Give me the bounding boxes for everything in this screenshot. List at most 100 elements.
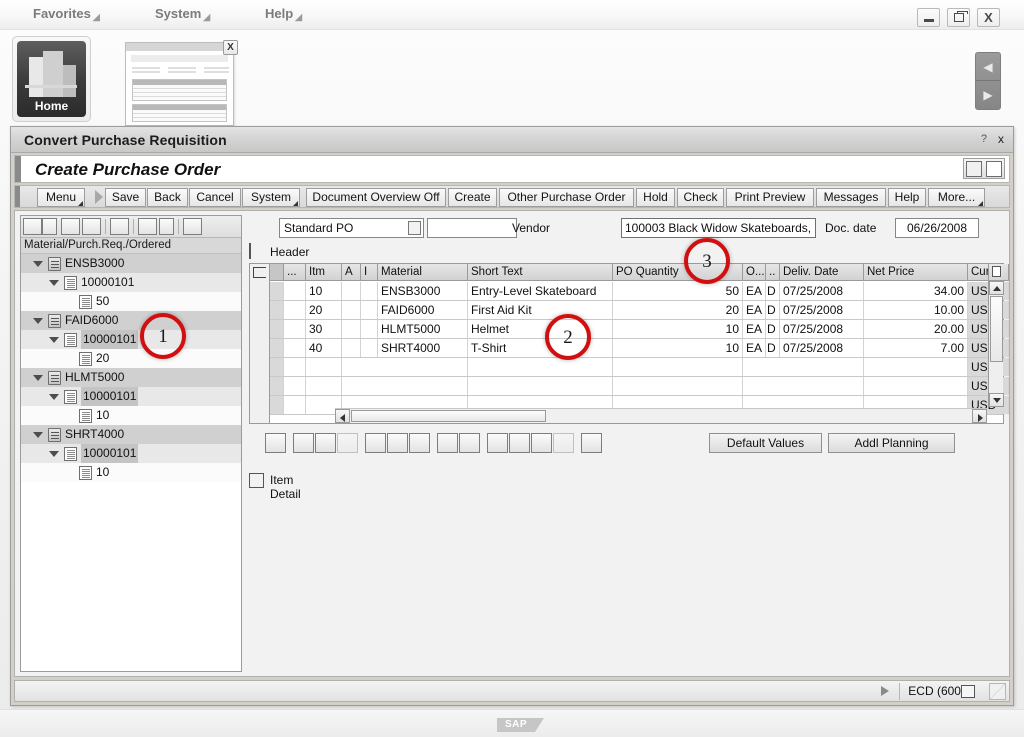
cell-i[interactable] — [361, 339, 378, 357]
cell-itm[interactable]: 30 — [306, 320, 342, 338]
cell-short-text[interactable] — [468, 377, 613, 395]
resize-grip-icon[interactable] — [989, 683, 1006, 700]
tree-node-requisition[interactable]: 10000101 — [21, 387, 241, 406]
tree-node-requisition[interactable]: 10000101 — [21, 444, 241, 463]
row-sel-cell[interactable] — [284, 358, 306, 376]
column-header-sel[interactable]: ... — [284, 264, 306, 281]
table-row[interactable]: USD — [270, 377, 1009, 396]
menu-help[interactable]: Help ◢ — [265, 6, 302, 22]
export-icon[interactable] — [553, 433, 574, 453]
expanded-arrow-icon[interactable] — [33, 432, 43, 438]
row-sel-cell[interactable] — [284, 396, 306, 414]
server-icon[interactable] — [961, 685, 975, 698]
row-sel-cell[interactable] — [284, 301, 306, 319]
cell-a[interactable] — [342, 320, 361, 338]
cell-net-price[interactable]: 10.00 — [864, 301, 968, 319]
cell-category[interactable]: D — [766, 320, 780, 338]
cell-deliv-date[interactable]: 07/25/2008 — [780, 301, 864, 319]
expanded-arrow-icon[interactable] — [49, 337, 59, 343]
column-header-material[interactable]: Material — [378, 264, 468, 281]
table-row[interactable]: 20 FAID6000 First Aid Kit 20 EA D 07/25/… — [270, 301, 1009, 320]
document-overview-off-button[interactable]: Document Overview Off — [306, 188, 446, 207]
column-header-deliv-date[interactable]: Deliv. Date — [780, 264, 864, 281]
default-values-button[interactable]: Default Values — [709, 433, 822, 453]
tree-node-material[interactable]: FAID6000 — [21, 311, 241, 330]
cell-a[interactable] — [342, 301, 361, 319]
cell-net-price[interactable] — [864, 377, 968, 395]
doc-date-input[interactable]: 06/26/2008 — [895, 218, 979, 238]
cancel-button[interactable]: Cancel — [189, 188, 241, 207]
table-row[interactable]: 10 ENSB3000 Entry-Level Skateboard 50 EA… — [270, 282, 1009, 301]
sort-filter-icon[interactable] — [509, 433, 530, 453]
order-type-select[interactable]: Standard PO — [279, 218, 424, 238]
row-lead-cell[interactable] — [270, 320, 284, 338]
system-button[interactable]: System — [242, 188, 300, 207]
table-row[interactable]: 30 HLMT5000 Helmet 10 EA D 07/25/2008 20… — [270, 320, 1009, 339]
detail-icon[interactable] — [42, 218, 57, 235]
row-lead-cell[interactable] — [270, 282, 284, 300]
item-overview-grid[interactable]: ... Itm A I Material Short Text PO Quant… — [249, 263, 1009, 424]
cell-itm[interactable]: 20 — [306, 301, 342, 319]
column-header-net-price[interactable]: Net Price — [864, 264, 968, 281]
grid-pin-icon[interactable] — [253, 267, 266, 278]
tree-node-material[interactable]: ENSB3000 — [21, 254, 241, 273]
paste-icon[interactable] — [581, 433, 602, 453]
grid-horizontal-scrollbar[interactable] — [335, 408, 987, 423]
tree-node-item[interactable]: 50 — [21, 292, 241, 311]
cell-po-quantity[interactable] — [613, 358, 743, 376]
column-header-i[interactable]: I — [361, 264, 378, 281]
menu-favorites[interactable]: Favorites ◢ — [33, 6, 100, 22]
play-arrow-icon[interactable] — [881, 686, 889, 696]
cell-deliv-date[interactable]: 07/25/2008 — [780, 282, 864, 300]
column-header-lead[interactable] — [270, 264, 284, 281]
scrollbar-thumb[interactable] — [351, 410, 546, 422]
scroll-right-button[interactable] — [972, 409, 987, 423]
column-header-itm[interactable]: Itm — [306, 264, 342, 281]
scroll-down-button[interactable] — [989, 393, 1004, 407]
tree-node-item[interactable]: 10 — [21, 463, 241, 482]
table-settings-icon[interactable] — [459, 433, 480, 453]
cell-itm[interactable]: 10 — [306, 282, 342, 300]
hold-button[interactable]: Hold — [636, 188, 675, 207]
row-lead-cell[interactable] — [270, 377, 284, 395]
refresh-icon[interactable] — [82, 218, 101, 235]
cell-uom[interactable]: EA — [743, 282, 766, 300]
find-icon[interactable] — [110, 218, 129, 235]
cell-net-price[interactable] — [864, 358, 968, 376]
customize-local-layout-icon[interactable] — [966, 161, 982, 177]
messages-button[interactable]: Messages — [816, 188, 886, 207]
delete-row-icon[interactable] — [365, 433, 386, 453]
cell-i[interactable] — [361, 301, 378, 319]
row-lead-cell[interactable] — [270, 301, 284, 319]
layout-icons-group[interactable] — [963, 158, 1005, 179]
cell-itm[interactable] — [306, 377, 342, 395]
document-icon[interactable] — [159, 218, 174, 235]
nav-prev-button[interactable]: ◀ — [976, 53, 1000, 81]
column-header-a[interactable]: A — [342, 264, 361, 281]
cell-short-text[interactable]: Entry-Level Skateboard — [468, 282, 613, 300]
cell-i[interactable] — [361, 320, 378, 338]
more-button[interactable]: More... — [928, 188, 985, 207]
expanded-arrow-icon[interactable] — [49, 280, 59, 286]
cell-uom[interactable]: EA — [743, 301, 766, 319]
vendor-input[interactable]: 100003 Black Widow Skateboards, — [621, 218, 816, 238]
help-icon[interactable]: ? — [981, 133, 987, 145]
cell-material[interactable]: HLMT5000 — [378, 320, 468, 338]
grid-select-column[interactable] — [250, 264, 270, 423]
filter-icon[interactable] — [531, 433, 552, 453]
row-lead-cell[interactable] — [270, 339, 284, 357]
cell-a[interactable] — [342, 282, 361, 300]
expanded-arrow-icon[interactable] — [33, 375, 43, 381]
grid-settings-icon[interactable] — [992, 266, 1001, 277]
insert-row-icon[interactable] — [293, 433, 314, 453]
cell-net-price[interactable]: 20.00 — [864, 320, 968, 338]
tree-node-material[interactable]: HLMT5000 — [21, 368, 241, 387]
cell-category[interactable]: D — [766, 339, 780, 357]
tree-node-requisition[interactable]: 10000101 — [21, 330, 241, 349]
cell-deliv-date[interactable] — [780, 358, 864, 376]
cell-deliv-date[interactable] — [780, 377, 864, 395]
cell-itm[interactable]: 40 — [306, 339, 342, 357]
copy-row-icon[interactable] — [337, 433, 358, 453]
filter-table-icon[interactable] — [138, 218, 157, 235]
cell-po-quantity[interactable]: 10 — [613, 339, 743, 357]
